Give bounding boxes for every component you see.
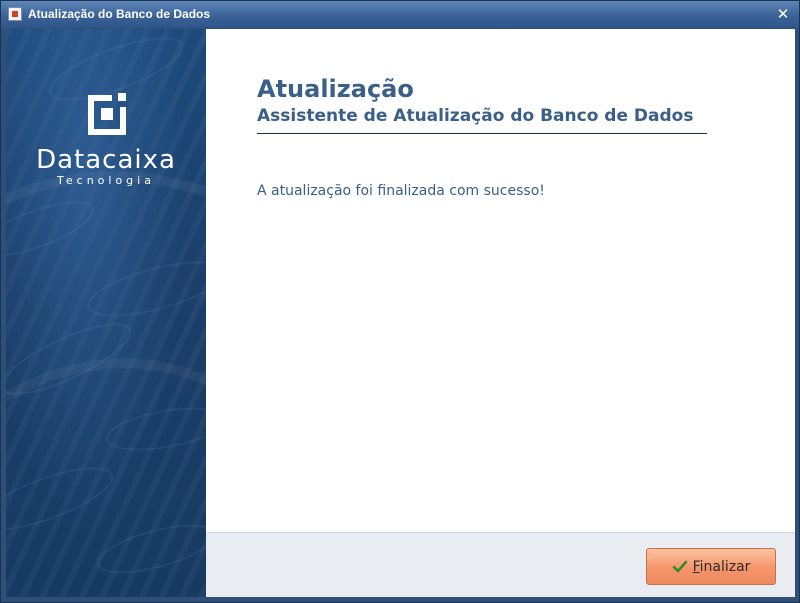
content-panel: Atualização Assistente de Atualização do…: [206, 29, 795, 532]
check-icon: [672, 560, 687, 572]
close-button[interactable]: ✕: [773, 4, 793, 24]
window-title: Atualização do Banco de Dados: [28, 7, 211, 21]
dialog-window: Atualização do Banco de Dados ✕ Datacaix…: [0, 0, 800, 603]
title-bar[interactable]: Atualização do Banco de Dados ✕: [1, 1, 799, 28]
sidebar-banner: Datacaixa Tecnologia: [6, 29, 206, 597]
finish-button[interactable]: Finalizar: [646, 548, 776, 585]
app-icon: [8, 7, 22, 21]
close-icon: ✕: [776, 5, 790, 23]
brand-tagline: Tecnologia: [57, 174, 155, 187]
footer-bar: Finalizar: [206, 532, 795, 597]
status-message: A atualização foi finalizada com sucesso…: [257, 183, 545, 199]
finish-button-label: Finalizar: [692, 558, 751, 575]
page-title: Atualização: [257, 75, 414, 103]
page-subtitle: Assistente de Atualização do Banco de Da…: [257, 106, 694, 126]
brand-name: Datacaixa: [36, 145, 176, 175]
datacaixa-logo-icon: [88, 93, 126, 135]
header-divider: [257, 133, 707, 134]
